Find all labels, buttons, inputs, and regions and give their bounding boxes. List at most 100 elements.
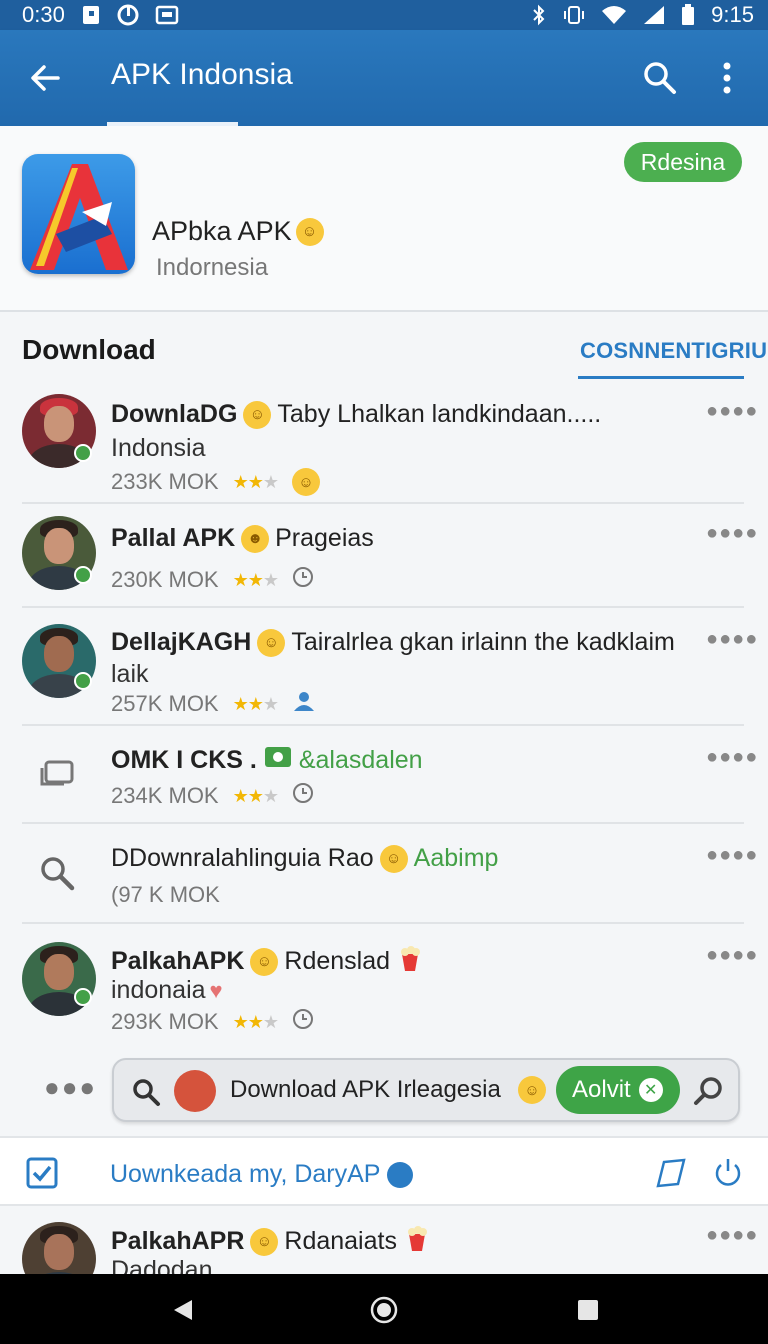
grin-emoji-icon: ☻ <box>241 524 270 553</box>
section-tab[interactable]: COSNNENTIGRIU <box>580 338 767 364</box>
row-name: DDownralahlinguia Rao <box>111 844 374 872</box>
action-bar-link[interactable]: Uownkeada my, DaryAP <box>110 1160 413 1189</box>
row-title: Pallal APK ☻ Prageias <box>111 524 374 553</box>
smile-emoji-icon: ☺ <box>257 628 286 657</box>
row-sub: Indonsia <box>111 434 206 462</box>
wifi-icon <box>601 5 627 25</box>
vibrate-icon <box>563 4 585 26</box>
home-nav-icon[interactable] <box>370 1296 398 1329</box>
close-icon[interactable]: ✕ <box>638 1078 663 1102</box>
back-nav-icon[interactable] <box>172 1298 194 1327</box>
section-tab-indicator <box>578 376 744 379</box>
list-item[interactable]: PalkahAPR ☺ Rdanaiats Dadodan ●●●● <box>0 1206 768 1274</box>
map-icon[interactable] <box>654 1156 688 1190</box>
row-more-icon[interactable]: ●●●● <box>706 522 758 545</box>
rating-stars: ★★★ <box>232 1011 279 1032</box>
search-icon[interactable] <box>640 58 680 98</box>
search-pill[interactable]: Download APK Irleagesia ☺ Aolvit ✕ <box>112 1058 740 1122</box>
online-badge-icon <box>74 566 92 584</box>
overflow-dots-icon[interactable]: ●●● <box>44 1072 97 1103</box>
status-right: 9:15 <box>531 2 754 28</box>
row-meta: 230K MOK ★★★ <box>111 566 314 594</box>
search-bar-row: ●●● Download APK Irleagesia ☺ Aolvit ✕ <box>0 1052 768 1136</box>
vpn-icon <box>117 4 139 26</box>
row-name: OMK I CKS . <box>111 746 257 774</box>
app-logo-icon <box>22 154 135 274</box>
row-meta: (97 K MOK <box>111 882 220 908</box>
list-item[interactable]: DDownralahlinguia Rao ☺ Aabimp (97 K MOK… <box>0 824 768 924</box>
action-chip[interactable]: Aolvit ✕ <box>556 1066 680 1114</box>
search-icon[interactable] <box>130 1076 162 1108</box>
row-more-icon[interactable]: ●●●● <box>706 944 758 967</box>
row-more-icon[interactable]: ●●●● <box>706 746 758 769</box>
row-name: DellajKAGH <box>111 628 252 656</box>
search-text: Download APK Irleagesia <box>230 1076 501 1103</box>
more-vert-icon[interactable] <box>712 58 742 98</box>
status-bar: 0:30 9:15 <box>0 0 768 30</box>
back-arrow-icon[interactable] <box>26 58 66 98</box>
list-item[interactable]: DownlaDG ☺ Taby Lhalkan landkindaan.....… <box>0 384 768 504</box>
smile-emoji-icon: ☺ <box>295 217 324 246</box>
avatar <box>174 1070 216 1112</box>
action-bar-text: Uownkeada my, DaryAP <box>110 1160 381 1188</box>
screenshot-icon <box>155 5 179 25</box>
row-name: PalkahAPK <box>111 947 245 975</box>
recents-nav-icon[interactable] <box>576 1298 600 1327</box>
row-title: DownlaDG ☺ Taby Lhalkan landkindaan..... <box>111 400 601 429</box>
app-bar-title: APK Indonsia <box>111 58 293 91</box>
row-name: PalkahAPR <box>111 1227 245 1255</box>
row-title: DellajKAGH ☺ Tairalrlea gkan irlainn the… <box>111 628 675 657</box>
section-title: Download <box>22 334 156 365</box>
list-item[interactable]: DellajKAGH ☺ Tairalrlea gkan irlainn the… <box>0 608 768 726</box>
row-more-icon[interactable]: ●●●● <box>706 628 758 651</box>
power-icon[interactable] <box>712 1156 744 1190</box>
row-text: Rdenslad <box>284 947 391 975</box>
bluetooth-icon <box>531 4 547 26</box>
smile-emoji-icon: ☺ <box>243 400 272 429</box>
row-meta: 233K MOK ★★★ ☺ <box>111 468 321 496</box>
row-size: (97 K MOK <box>111 882 220 907</box>
party-emoji-icon: ☺ <box>379 844 408 873</box>
row-size: 293K MOK <box>111 1009 219 1034</box>
money-icon <box>263 744 293 777</box>
rating-stars: ★★★ <box>232 569 279 590</box>
row-more-icon[interactable]: ●●●● <box>706 844 758 867</box>
row-more-icon[interactable]: ●●●● <box>706 400 758 423</box>
list-item[interactable]: OMK I CKS . &alasdalen 234K MOK ★★★ ●●●● <box>0 726 768 824</box>
status-time-left: 0:30 <box>22 2 65 27</box>
row-title: OMK I CKS . &alasdalen <box>111 744 423 777</box>
status-time-right: 9:15 <box>711 2 754 27</box>
row-meta: 234K MOK ★★★ <box>111 782 314 810</box>
row-text: Taby Lhalkan landkindaan..... <box>277 400 602 428</box>
app-bar: APK Indonsia <box>0 30 768 126</box>
row-name: Pallal APK <box>111 524 236 552</box>
smile-emoji-icon: ☺ <box>250 947 279 976</box>
row-text: Aabimp <box>413 844 499 872</box>
rating-stars: ★★★ <box>232 471 279 492</box>
popcorn-icon <box>403 1224 431 1259</box>
refresh-search-icon[interactable] <box>692 1074 726 1108</box>
row-title: PalkahAPK ☺ Rdenslad <box>111 944 424 979</box>
clock-icon <box>292 782 314 810</box>
avatar <box>22 1222 96 1274</box>
search-icon <box>36 852 78 894</box>
row-size: 233K MOK <box>111 469 219 494</box>
region-badge[interactable]: Rdesina <box>624 142 742 182</box>
checkbox-icon[interactable] <box>26 1157 58 1189</box>
rating-stars: ★★★ <box>232 693 279 714</box>
smile-emoji-icon: ☺ <box>518 1076 546 1104</box>
window-icon <box>36 752 78 794</box>
clock-icon <box>292 566 314 594</box>
row-title: PalkahAPR ☺ Rdanaiats <box>111 1224 431 1259</box>
row-more-icon[interactable]: ●●●● <box>706 1224 758 1247</box>
popcorn-icon <box>396 944 424 979</box>
row-sub: indonaia ♥ <box>111 976 223 1005</box>
smile-emoji-icon: ☺ <box>250 1227 279 1256</box>
list-item[interactable]: PalkahAPK ☺ Rdenslad indonaia ♥ 293K MOK… <box>0 924 768 1050</box>
app-header: APbka APK ☺ Indornesia Rdesina <box>0 126 768 312</box>
app-name: APbka APK ☺ <box>152 216 324 247</box>
list-item[interactable]: Pallal APK ☻ Prageias 230K MOK ★★★ ●●●● <box>0 504 768 608</box>
row-title: DDownralahlinguia Rao ☺ Aabimp <box>111 844 498 873</box>
app-country: Indornesia <box>156 254 269 281</box>
rating-stars: ★★★ <box>232 785 279 806</box>
